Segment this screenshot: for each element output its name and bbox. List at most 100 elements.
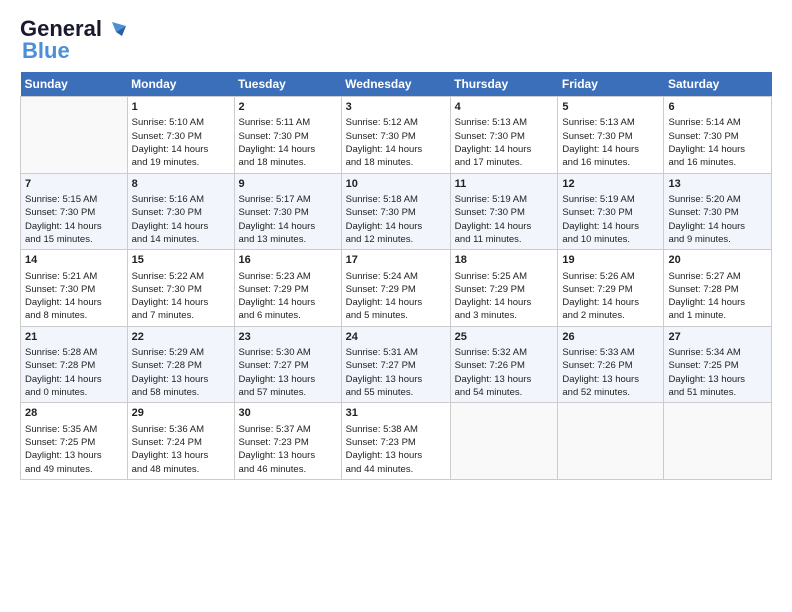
day-info: Sunrise: 5:22 AM	[132, 270, 230, 283]
day-info: Sunset: 7:23 PM	[346, 436, 446, 449]
header-row: SundayMondayTuesdayWednesdayThursdayFrid…	[21, 72, 772, 97]
day-info: Sunset: 7:30 PM	[562, 130, 659, 143]
logo: General Blue	[20, 16, 126, 64]
day-info: Sunrise: 5:10 AM	[132, 116, 230, 129]
day-info: Sunrise: 5:29 AM	[132, 346, 230, 359]
day-info: Sunrise: 5:36 AM	[132, 423, 230, 436]
day-info: Sunset: 7:30 PM	[455, 130, 554, 143]
day-info: and 9 minutes.	[668, 233, 767, 246]
week-row: 14Sunrise: 5:21 AMSunset: 7:30 PMDayligh…	[21, 250, 772, 327]
page: General Blue SundayMondayTuesdayWednesda…	[0, 0, 792, 490]
day-info: Sunrise: 5:19 AM	[562, 193, 659, 206]
day-info: Sunset: 7:30 PM	[455, 206, 554, 219]
day-info: Sunrise: 5:16 AM	[132, 193, 230, 206]
day-info: Sunset: 7:26 PM	[455, 359, 554, 372]
day-number: 24	[346, 330, 446, 345]
day-info: and 14 minutes.	[132, 233, 230, 246]
day-info: Daylight: 13 hours	[132, 449, 230, 462]
day-number: 8	[132, 177, 230, 192]
day-number: 4	[455, 100, 554, 115]
day-info: Sunset: 7:30 PM	[239, 130, 337, 143]
day-number: 14	[25, 253, 123, 268]
day-info: and 12 minutes.	[346, 233, 446, 246]
day-info: Sunrise: 5:12 AM	[346, 116, 446, 129]
day-info: and 19 minutes.	[132, 156, 230, 169]
day-info: Sunrise: 5:37 AM	[239, 423, 337, 436]
day-info: Sunrise: 5:15 AM	[25, 193, 123, 206]
calendar-cell: 20Sunrise: 5:27 AMSunset: 7:28 PMDayligh…	[664, 250, 772, 327]
col-header-monday: Monday	[127, 72, 234, 97]
day-number: 7	[25, 177, 123, 192]
week-row: 28Sunrise: 5:35 AMSunset: 7:25 PMDayligh…	[21, 403, 772, 480]
day-info: and 44 minutes.	[346, 463, 446, 476]
day-info: Daylight: 13 hours	[239, 449, 337, 462]
day-info: Sunrise: 5:14 AM	[668, 116, 767, 129]
day-info: Daylight: 13 hours	[239, 373, 337, 386]
day-info: and 1 minute.	[668, 309, 767, 322]
day-number: 9	[239, 177, 337, 192]
col-header-tuesday: Tuesday	[234, 72, 341, 97]
day-info: Sunset: 7:27 PM	[346, 359, 446, 372]
day-info: and 16 minutes.	[668, 156, 767, 169]
day-info: Daylight: 14 hours	[239, 296, 337, 309]
day-info: and 54 minutes.	[455, 386, 554, 399]
calendar-cell: 23Sunrise: 5:30 AMSunset: 7:27 PMDayligh…	[234, 326, 341, 403]
calendar-cell: 15Sunrise: 5:22 AMSunset: 7:30 PMDayligh…	[127, 250, 234, 327]
calendar-cell: 2Sunrise: 5:11 AMSunset: 7:30 PMDaylight…	[234, 97, 341, 174]
calendar-cell: 30Sunrise: 5:37 AMSunset: 7:23 PMDayligh…	[234, 403, 341, 480]
day-info: Sunset: 7:28 PM	[25, 359, 123, 372]
day-info: Sunset: 7:28 PM	[668, 283, 767, 296]
day-info: and 7 minutes.	[132, 309, 230, 322]
day-info: and 0 minutes.	[25, 386, 123, 399]
day-info: Daylight: 14 hours	[562, 220, 659, 233]
calendar-cell: 21Sunrise: 5:28 AMSunset: 7:28 PMDayligh…	[21, 326, 128, 403]
calendar-cell: 4Sunrise: 5:13 AMSunset: 7:30 PMDaylight…	[450, 97, 558, 174]
calendar-cell: 5Sunrise: 5:13 AMSunset: 7:30 PMDaylight…	[558, 97, 664, 174]
day-info: Sunset: 7:30 PM	[239, 206, 337, 219]
day-number: 3	[346, 100, 446, 115]
col-header-friday: Friday	[558, 72, 664, 97]
day-info: Sunrise: 5:33 AM	[562, 346, 659, 359]
day-info: and 17 minutes.	[455, 156, 554, 169]
day-info: and 10 minutes.	[562, 233, 659, 246]
day-info: and 15 minutes.	[25, 233, 123, 246]
calendar-cell: 17Sunrise: 5:24 AMSunset: 7:29 PMDayligh…	[341, 250, 450, 327]
day-info: Daylight: 14 hours	[132, 143, 230, 156]
day-info: Sunset: 7:30 PM	[132, 130, 230, 143]
day-info: Sunset: 7:29 PM	[562, 283, 659, 296]
day-info: Daylight: 14 hours	[562, 143, 659, 156]
day-info: Sunrise: 5:26 AM	[562, 270, 659, 283]
day-info: Sunset: 7:25 PM	[668, 359, 767, 372]
day-info: Daylight: 13 hours	[346, 449, 446, 462]
calendar-cell: 18Sunrise: 5:25 AMSunset: 7:29 PMDayligh…	[450, 250, 558, 327]
calendar-cell: 24Sunrise: 5:31 AMSunset: 7:27 PMDayligh…	[341, 326, 450, 403]
calendar-cell: 10Sunrise: 5:18 AMSunset: 7:30 PMDayligh…	[341, 173, 450, 250]
logo-blue: Blue	[22, 38, 70, 64]
day-info: and 49 minutes.	[25, 463, 123, 476]
day-info: Sunrise: 5:38 AM	[346, 423, 446, 436]
day-info: and 51 minutes.	[668, 386, 767, 399]
day-number: 1	[132, 100, 230, 115]
col-header-sunday: Sunday	[21, 72, 128, 97]
calendar-cell: 7Sunrise: 5:15 AMSunset: 7:30 PMDaylight…	[21, 173, 128, 250]
day-info: Sunset: 7:29 PM	[346, 283, 446, 296]
day-number: 23	[239, 330, 337, 345]
day-info: Daylight: 13 hours	[455, 373, 554, 386]
day-info: Daylight: 14 hours	[455, 296, 554, 309]
day-number: 21	[25, 330, 123, 345]
day-info: Sunrise: 5:18 AM	[346, 193, 446, 206]
calendar-cell: 14Sunrise: 5:21 AMSunset: 7:30 PMDayligh…	[21, 250, 128, 327]
calendar-cell: 19Sunrise: 5:26 AMSunset: 7:29 PMDayligh…	[558, 250, 664, 327]
day-info: and 13 minutes.	[239, 233, 337, 246]
day-info: Sunrise: 5:17 AM	[239, 193, 337, 206]
day-info: Daylight: 14 hours	[25, 296, 123, 309]
day-info: Sunset: 7:30 PM	[25, 206, 123, 219]
day-info: Sunrise: 5:13 AM	[562, 116, 659, 129]
calendar-cell: 12Sunrise: 5:19 AMSunset: 7:30 PMDayligh…	[558, 173, 664, 250]
day-info: and 8 minutes.	[25, 309, 123, 322]
week-row: 21Sunrise: 5:28 AMSunset: 7:28 PMDayligh…	[21, 326, 772, 403]
day-info: Daylight: 14 hours	[239, 220, 337, 233]
day-info: and 11 minutes.	[455, 233, 554, 246]
day-info: Sunset: 7:27 PM	[239, 359, 337, 372]
day-info: Sunset: 7:30 PM	[132, 206, 230, 219]
